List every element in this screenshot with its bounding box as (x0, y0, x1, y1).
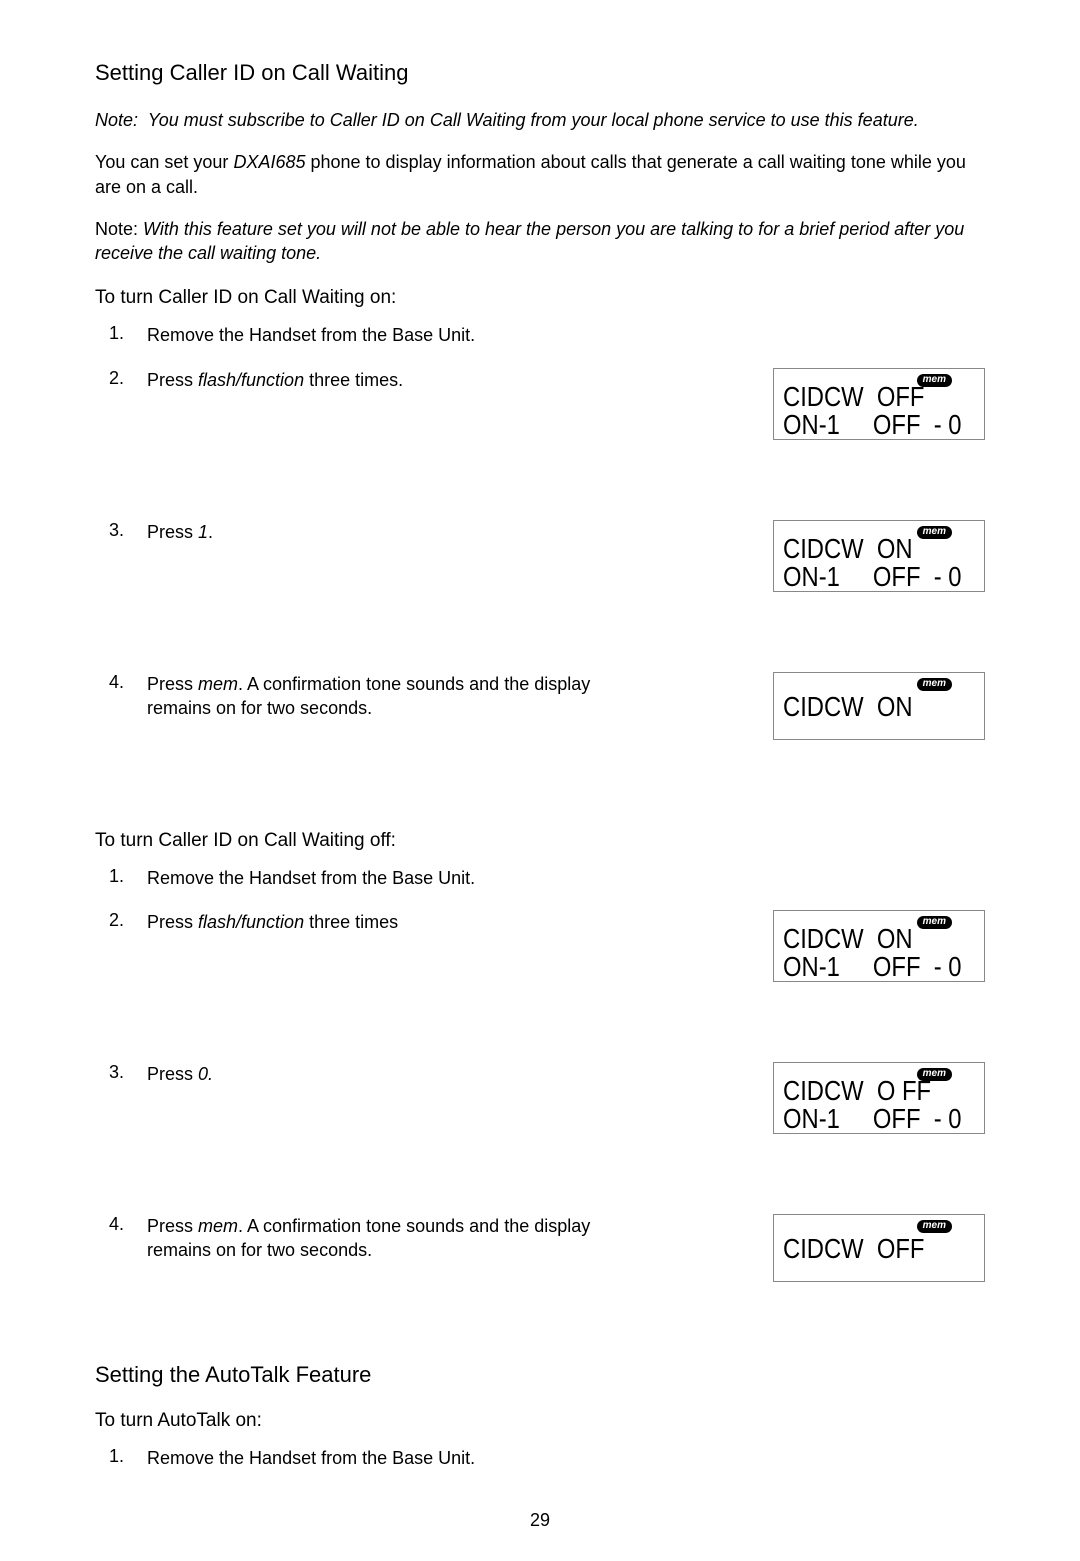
note1: Note: You must subscribe to Caller ID on… (95, 108, 985, 132)
autotalk-on-heading: To turn AutoTalk on: (95, 1410, 985, 1432)
turn-on-steps: 1. Remove the Handset from the Base Unit… (109, 323, 985, 739)
step-number: 2. (109, 368, 147, 389)
lcd-col: mem CIDCW OFF (647, 1214, 985, 1282)
autotalk-step-1: 1. Remove the Handset from the Base Unit… (109, 1446, 985, 1470)
intro-pre: You can set your (95, 152, 233, 172)
step-text-pre: Press (147, 370, 198, 390)
step-number: 1. (109, 1446, 147, 1467)
step-number: 4. (109, 672, 147, 693)
step-text: Press mem. A confirmation tone sounds an… (147, 1214, 647, 1263)
on-step-3: 3. Press 1. mem CIDCW ON ON-1 OFF - 0 (109, 520, 985, 592)
on-step-1: 1. Remove the Handset from the Base Unit… (109, 323, 985, 347)
step-text: Press flash/function three times. (147, 368, 647, 392)
step-text: Press 1. (147, 520, 647, 544)
lcd-col: mem CIDCW ON (647, 672, 985, 740)
lcd-line2: ON-1 OFF - 0 (783, 409, 946, 441)
lcd-line1: CIDCW ON (783, 691, 946, 723)
lcd-col: mem CIDCW ON ON-1 OFF - 0 (647, 910, 985, 982)
step-number: 4. (109, 1214, 147, 1235)
on-step-2: 2. Press flash/function three times. mem… (109, 368, 985, 440)
lcd-display: mem CIDCW ON ON-1 OFF - 0 (773, 520, 985, 592)
off-step-1: 1. Remove the Handset from the Base Unit… (109, 866, 985, 890)
note1-text: You must subscribe to Caller ID on Call … (148, 110, 919, 130)
manual-page: Setting Caller ID on Call Waiting Note: … (0, 0, 1080, 1561)
turn-on-heading: To turn Caller ID on Call Waiting on: (95, 287, 985, 309)
step-text-key: flash/function (198, 370, 304, 390)
step-text: Remove the Handset from the Base Unit. (147, 1446, 647, 1470)
lcd-col: mem CIDCW OFF ON-1 OFF - 0 (647, 368, 985, 440)
section1-title: Setting Caller ID on Call Waiting (95, 60, 985, 86)
step-text-pre: Press (147, 912, 198, 932)
off-step-2: 2. Press flash/function three times mem … (109, 910, 985, 982)
step-text-key: mem (198, 1216, 238, 1236)
note2: Note:With this feature set you will not … (95, 217, 985, 266)
note1-label: Note: (95, 108, 143, 132)
step-text-key: 0. (198, 1064, 213, 1084)
lcd-display: mem CIDCW ON ON-1 OFF - 0 (773, 910, 985, 982)
intro-model: DXAI685 (233, 152, 305, 172)
step-text-post: . (208, 522, 213, 542)
lcd-display: mem CIDCW OFF (773, 1214, 985, 1282)
autotalk-on-steps: 1. Remove the Handset from the Base Unit… (109, 1446, 985, 1470)
note2-text: With this feature set you will not be ab… (95, 219, 964, 263)
lcd-line2: ON-1 OFF - 0 (783, 951, 946, 983)
turn-off-heading: To turn Caller ID on Call Waiting off: (95, 830, 985, 852)
lcd-col: mem CIDCW ON ON-1 OFF - 0 (647, 520, 985, 592)
step-text: Remove the Handset from the Base Unit. (147, 866, 647, 890)
step-number: 3. (109, 520, 147, 541)
step-text-post: three times (304, 912, 398, 932)
lcd-line2: ON-1 OFF - 0 (783, 1103, 946, 1135)
lcd-line1: CIDCW OFF (783, 1233, 946, 1265)
section2-title: Setting the AutoTalk Feature (95, 1362, 985, 1388)
step-number: 1. (109, 323, 147, 344)
step-text-key: flash/function (198, 912, 304, 932)
lcd-col: mem CIDCW O FF ON-1 OFF - 0 (647, 1062, 985, 1134)
lcd-display: mem CIDCW O FF ON-1 OFF - 0 (773, 1062, 985, 1134)
step-text-key: mem (198, 674, 238, 694)
step-number: 2. (109, 910, 147, 931)
mem-icon: mem (917, 678, 952, 691)
step-text: Remove the Handset from the Base Unit. (147, 323, 647, 347)
turn-off-steps: 1. Remove the Handset from the Base Unit… (109, 866, 985, 1282)
lcd-display: mem CIDCW OFF ON-1 OFF - 0 (773, 368, 985, 440)
step-text: Press mem. A confirmation tone sounds an… (147, 672, 647, 721)
step-text-pre: Press (147, 1216, 198, 1236)
step-text: Press flash/function three times (147, 910, 647, 934)
on-step-4: 4. Press mem. A confirmation tone sounds… (109, 672, 985, 740)
mem-icon: mem (917, 1220, 952, 1233)
step-text-pre: Press (147, 674, 198, 694)
intro-body: You can set your DXAI685 phone to displa… (95, 150, 985, 199)
step-number: 3. (109, 1062, 147, 1083)
off-step-3: 3. Press 0. mem CIDCW O FF ON-1 OFF - 0 (109, 1062, 985, 1134)
step-text-pre: Press (147, 1064, 198, 1084)
off-step-4: 4. Press mem. A confirmation tone sounds… (109, 1214, 985, 1282)
lcd-display: mem CIDCW ON (773, 672, 985, 740)
lcd-line2: ON-1 OFF - 0 (783, 561, 946, 593)
step-text: Press 0. (147, 1062, 647, 1086)
step-text-key: 1 (198, 522, 208, 542)
page-number: 29 (95, 1510, 985, 1531)
note2-label: Note: (95, 217, 143, 241)
step-text-pre: Press (147, 522, 198, 542)
step-text-post: three times. (304, 370, 403, 390)
step-number: 1. (109, 866, 147, 887)
